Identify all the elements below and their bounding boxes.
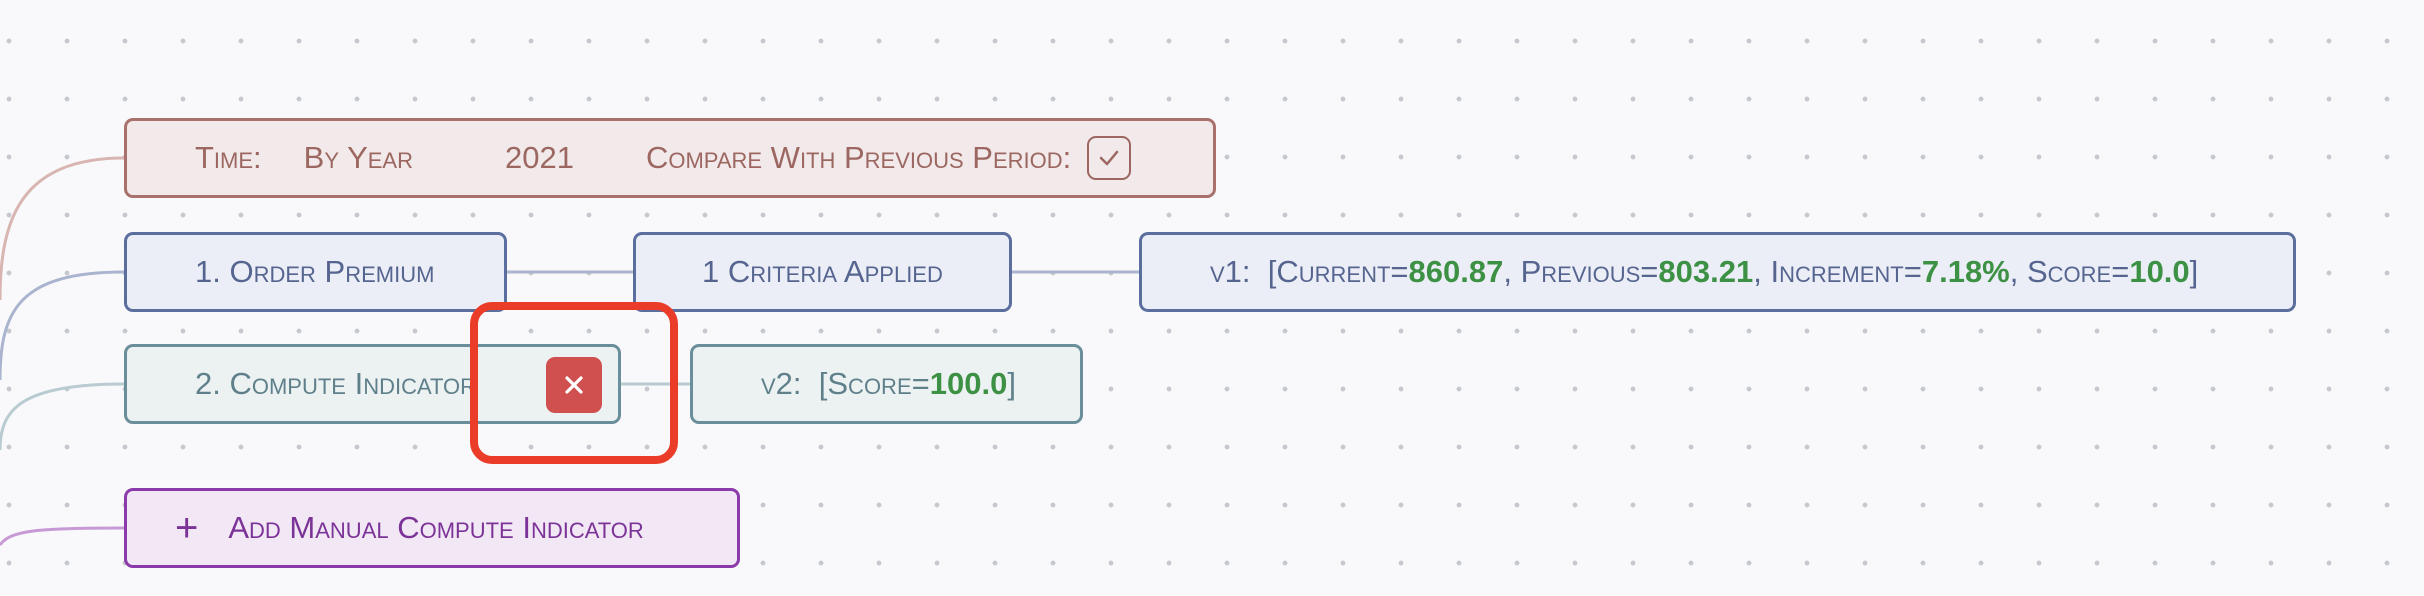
- compare-checkbox[interactable]: [1087, 136, 1132, 180]
- connector-add: [0, 526, 125, 546]
- v2-name: v2:: [761, 366, 802, 401]
- v2-result-node: v2: [Score= 100.0]: [690, 344, 1083, 424]
- v1-sep-previous: , Previous=: [1503, 254, 1659, 289]
- time-granularity[interactable]: By Year: [304, 140, 413, 176]
- connector-step-1: [0, 270, 125, 381]
- step-1-title: 1. Order Premium: [195, 254, 435, 289]
- v1-open: [Current=: [1267, 254, 1409, 289]
- time-filter-node[interactable]: Time: By Year 2021 Compare With Previous…: [124, 118, 1216, 198]
- v1-increment-value: 7.18%: [1921, 254, 2010, 289]
- time-year[interactable]: 2021: [505, 140, 574, 176]
- time-label: Time:: [195, 140, 262, 175]
- v1-current-value: 860.87: [1408, 254, 1504, 289]
- criteria-label: 1 Criteria Applied: [702, 254, 943, 289]
- add-compute-indicator-button[interactable]: + Add Manual Compute Indicator: [124, 488, 740, 568]
- v2-close: ]: [1007, 366, 1016, 401]
- check-icon: [1100, 150, 1119, 166]
- v1-sep-increment: , Increment=: [1753, 254, 1922, 289]
- step-1-node[interactable]: 1. Order Premium: [124, 232, 507, 312]
- v2-open: [Score=: [818, 366, 930, 401]
- v1-close: ]: [2189, 254, 2199, 289]
- step-2-title: 2. Compute Indicator: [195, 366, 477, 401]
- v1-previous-value: 803.21: [1658, 254, 1754, 289]
- plus-icon: +: [175, 506, 199, 550]
- v1-sep-score: , Score=: [2009, 254, 2130, 289]
- v2-score-value: 100.0: [929, 366, 1008, 401]
- connector-step-2: [0, 382, 125, 451]
- criteria-node[interactable]: 1 Criteria Applied: [633, 232, 1012, 312]
- highlight-annotation: [470, 302, 678, 464]
- v1-score-value: 10.0: [2129, 254, 2190, 289]
- add-button-label: Add Manual Compute Indicator: [228, 510, 644, 545]
- v1-name: v1:: [1210, 254, 1251, 289]
- v1-result-node: v1: [Current= 860.87, Previous= 803.21, In…: [1139, 232, 2296, 312]
- compare-label: Compare With Previous Period:: [645, 140, 1072, 175]
